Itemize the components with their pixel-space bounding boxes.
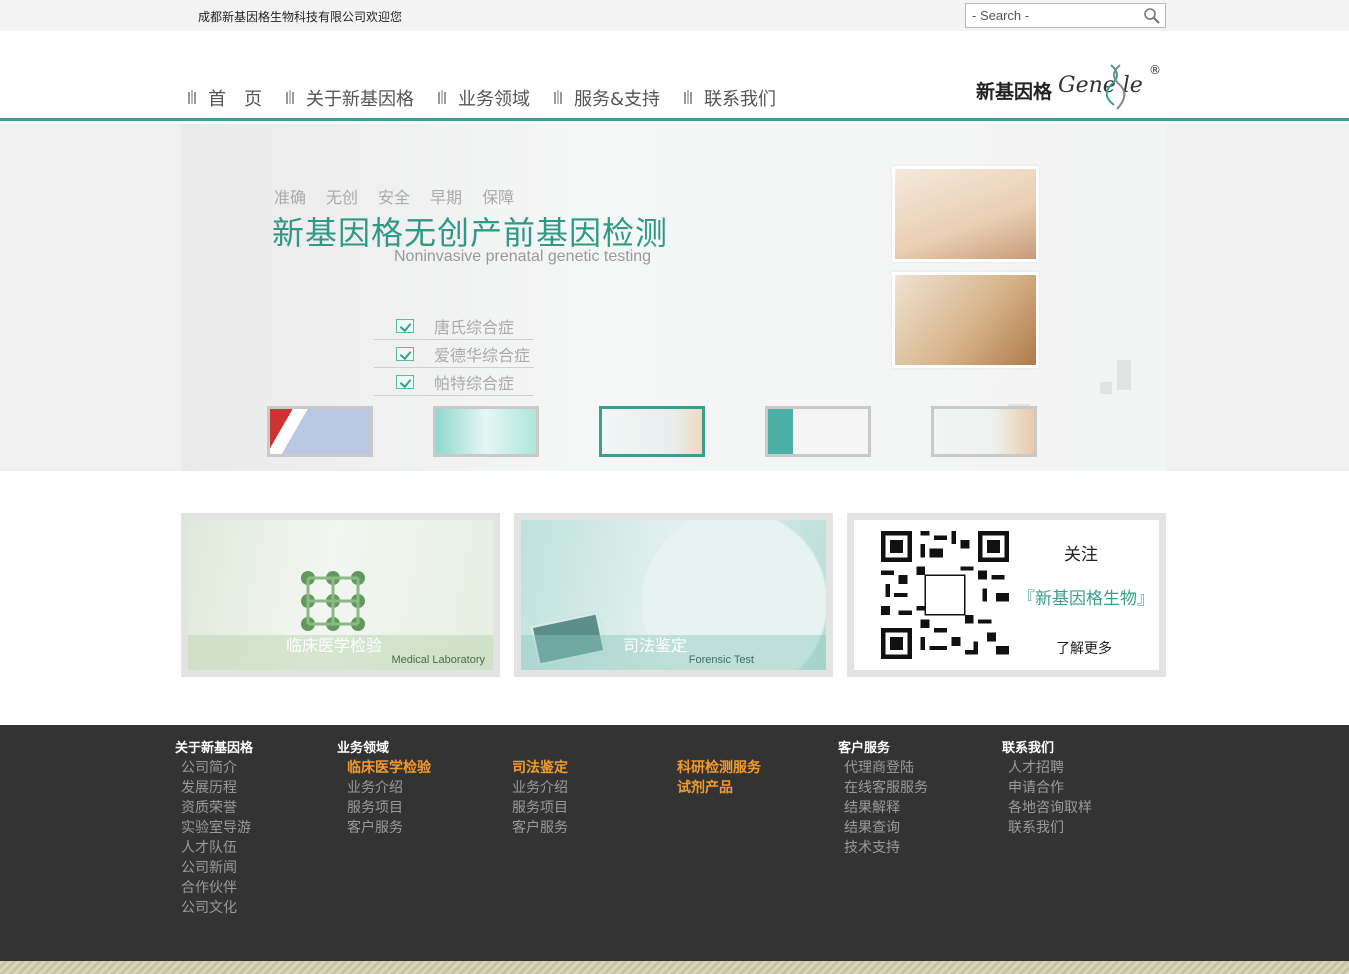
footer-link[interactable]: 各地咨询取样 [1002,797,1092,817]
footer-link[interactable]: 业务介绍 [337,777,431,797]
footer-link[interactable]: 技术支持 [838,837,928,857]
checklist-item: 唐氏综合症 [374,312,534,340]
nav-contact[interactable]: 联系我们 [684,85,776,111]
card-wechat[interactable]: 关注 『新基因格生物』 了解更多 [847,513,1166,677]
logo-cn: 新基因格 [976,81,1053,103]
slide-thumb-3[interactable] [599,406,705,457]
nav-bullet-icon [188,90,196,104]
checkbox-icon [396,346,414,361]
decor-block [1117,360,1131,390]
footer-link[interactable]: 公司新闻 [175,857,253,877]
footer-link[interactable]: 结果解释 [838,797,928,817]
banner-slide[interactable]: 准确 无创 安全 早期 保障 新基因格无创产前基因检测 Noninvasive pren… [182,124,1167,471]
footer-link[interactable]: 结果查询 [838,817,928,837]
nav-service[interactable]: 服务&支持 [554,85,660,111]
nav-home[interactable]: 首 页 [188,85,262,111]
footer-stripe [0,961,1349,974]
footer-col-customer: 客户服务 代理商登陆 在线客服服务 结果解释 结果查询 技术支持 [838,737,928,857]
checkbox-icon [396,318,414,333]
footer-link[interactable]: 代理商登陆 [838,757,928,777]
nav-about[interactable]: 关于新基因格 [286,85,414,111]
baby-photo [892,272,1039,368]
footer-link[interactable]: 客户服务 [337,817,431,837]
search-icon[interactable] [1143,7,1161,25]
checklist-item: 帕特综合症 [374,368,534,396]
banner-subtitle: Noninvasive prenatal genetic testing [394,248,652,265]
footer-link[interactable]: 联系我们 [1002,817,1092,837]
footer-link-forensic[interactable]: 司法鉴定 [506,757,568,777]
footer-link[interactable]: 公司简介 [175,757,253,777]
learn-more-link[interactable]: 了解更多 [1056,638,1112,658]
top-bar: 成都新基因格生物科技有限公司欢迎您 [0,0,1349,31]
footer-link[interactable]: 合作伙伴 [175,877,253,897]
pregnant-woman-photo [892,166,1039,262]
footer-link-research[interactable]: 科研检测服务 [671,757,761,777]
footer-link[interactable]: 人才招聘 [1002,757,1092,777]
footer-link[interactable]: 资质荣誉 [175,797,253,817]
follow-label: 关注 [1064,545,1098,565]
wechat-panel: 关注 『新基因格生物』 了解更多 [854,520,1159,670]
banner-checklist: 唐氏综合症 爱德华综合症 帕特综合症 [374,312,534,396]
nav-bullet-icon [684,90,693,104]
footer-link[interactable]: 人才队伍 [175,837,253,857]
card-subtitle: Medical Laboratory [391,654,485,666]
molecule-icon [301,571,365,631]
footer-col-contact: 联系我们 人才招聘 申请合作 各地咨询取样 联系我们 [1002,737,1092,837]
card-medical-lab[interactable]: 临床医学检验 Medical Laboratory [181,513,500,677]
logo-en: Gene le [1058,73,1143,98]
hero-banner: 准确 无创 安全 早期 保障 新基因格无创产前基因检测 Noninvasive pren… [0,124,1349,471]
footer-link[interactable]: 申请合作 [1002,777,1092,797]
slide-thumb-5[interactable] [931,406,1037,457]
company-logo[interactable]: 新基因格 Gene le ® [976,63,1166,115]
footer-link[interactable]: 服务项目 [337,797,431,817]
card-title: 临床医学检验 [286,636,383,655]
card-title: 司法鉴定 [623,636,688,655]
footer-col-about: 关于新基因格 公司简介 发展历程 资质荣誉 实验室导游 人才队伍 公司新闻 合作… [175,737,253,917]
site-header: 首 页 关于新基因格 业务领域 服务&支持 联系我们 新基因格 Gene le … [0,31,1349,121]
footer-col-research: 科研检测服务 试剂产品 [671,737,761,797]
footer-heading: 联系我们 [1002,741,1055,756]
footer-link-reagent[interactable]: 试剂产品 [671,777,761,797]
medical-lab-image: 临床医学检验 Medical Laboratory [188,520,493,670]
footer-col-business: 业务领域 临床医学检验 业务介绍 服务项目 客户服务 [337,737,431,837]
main-nav: 首 页 关于新基因格 业务领域 服务&支持 联系我们 [188,85,800,111]
footer-link[interactable]: 公司文化 [175,897,253,917]
nav-bullet-icon [286,90,294,104]
dna-helix-icon [1106,64,1126,110]
search-box[interactable] [965,3,1166,28]
footer-link-clinical[interactable]: 临床医学检验 [337,757,431,777]
nav-bullet-icon [438,90,446,104]
footer-heading: 关于新基因格 [175,741,254,756]
footer-col-forensic: 司法鉴定 业务介绍 服务项目 客户服务 [506,737,568,837]
slide-thumb-4[interactable] [765,406,871,457]
footer-heading: 客户服务 [838,741,891,756]
footer-link[interactable]: 业务介绍 [506,777,568,797]
footer-link[interactable]: 服务项目 [506,797,568,817]
card-subtitle: Forensic Test [688,654,754,666]
footer-heading-empty [671,737,761,757]
banner-thumbnails [267,406,1037,457]
search-input[interactable] [966,4,1136,27]
slide-thumb-2[interactable] [433,406,539,457]
site-footer: 关于新基因格 公司简介 发展历程 资质荣誉 实验室导游 人才队伍 公司新闻 合作… [0,725,1349,961]
checkbox-icon [396,374,414,389]
footer-link[interactable]: 发展历程 [175,777,253,797]
nav-bullet-icon [554,90,562,104]
forensic-image: 司法鉴定 Forensic Test [521,520,826,670]
banner-tags: 准确 无创 安全 早期 保障 [274,188,515,207]
welcome-text: 成都新基因格生物科技有限公司欢迎您 [198,10,403,24]
checklist-item: 爱德华综合症 [374,340,534,368]
card-forensic[interactable]: 司法鉴定 Forensic Test [514,513,833,677]
footer-heading: 业务领域 [337,741,390,756]
footer-link[interactable]: 实验室导游 [175,817,253,837]
qr-code-icon [881,531,1009,659]
wechat-brand: 『新基因格生物』 [1018,589,1154,609]
registered-mark: ® [1149,63,1161,77]
footer-link[interactable]: 在线客服服务 [838,777,928,797]
footer-link[interactable]: 客户服务 [506,817,568,837]
decor-block [1100,382,1112,394]
footer-heading-empty [506,737,568,757]
slide-thumb-1[interactable] [267,406,373,457]
nav-business[interactable]: 业务领域 [438,85,530,111]
